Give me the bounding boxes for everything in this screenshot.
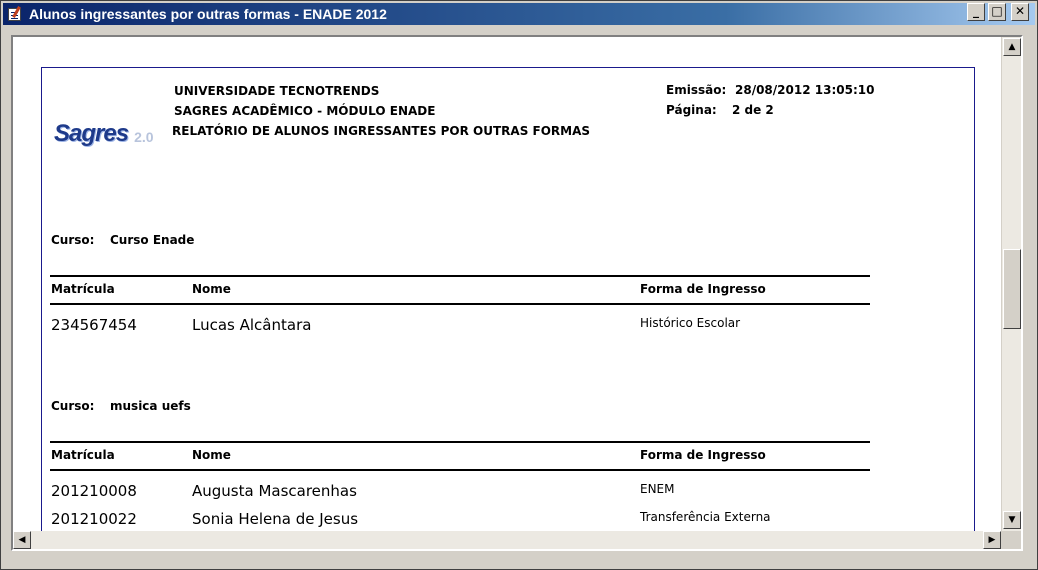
column-header-forma: Forma de Ingresso [640,448,766,462]
course-label: Curso: [51,233,95,247]
cell-forma: Transferência Externa [640,510,771,524]
course-name: Curso Enade [110,233,195,247]
page-value: 2 de 2 [732,103,774,117]
report-window: Alunos ingressantes por outras formas - … [0,0,1038,570]
column-header-forma: Forma de Ingresso [640,282,766,296]
cell-nome: Sonia Helena de Jesus [192,510,359,528]
report-title: RELATÓRIO DE ALUNOS INGRESSANTES POR OUT… [172,124,591,138]
minimize-button[interactable]: _ [967,3,985,21]
scroll-up-button[interactable]: ▲ [1003,38,1021,56]
logo-text: Sagres [54,120,129,147]
logo-version: 2.0 [134,129,154,145]
table-rule [50,469,870,471]
horizontal-scrollbar[interactable]: ◀ ▶ [13,531,1001,549]
cell-matricula: 201210022 [51,510,137,528]
course-name: musica uefs [110,399,191,413]
scroll-left-button[interactable]: ◀ [13,531,31,549]
report-viewport[interactable]: Sagres 2.0 UNIVERSIDADE TECNOTRENDS SAGR… [11,35,1023,551]
system-name: SAGRES ACADÊMICO - MÓDULO ENADE [174,104,436,118]
notepad-icon [7,6,23,22]
cell-forma: Histórico Escolar [640,316,741,330]
column-header-matricula: Matrícula [51,282,115,296]
table-rule [50,441,870,443]
scroll-right-button[interactable]: ▶ [983,531,1001,549]
column-header-matricula: Matrícula [51,448,115,462]
cell-forma: ENEM [640,482,675,496]
scroll-down-button[interactable]: ▼ [1003,511,1021,529]
table-rule [50,275,870,277]
cell-matricula: 234567454 [51,316,137,334]
scrollbar-corner [1001,531,1021,549]
cell-nome: Lucas Alcântara [192,316,312,334]
emission-value: 28/08/2012 13:05:10 [735,83,875,97]
institution-name: UNIVERSIDADE TECNOTRENDS [174,84,380,98]
sagres-logo: Sagres 2.0 [54,120,154,148]
report-page: Sagres 2.0 UNIVERSIDADE TECNOTRENDS SAGR… [41,67,975,549]
column-header-nome: Nome [192,282,231,296]
cell-matricula: 201210008 [51,482,137,500]
vertical-scrollbar[interactable]: ▲ ▼ [1001,37,1021,531]
window-title: Alunos ingressantes por outras formas - … [29,6,387,22]
title-bar[interactable]: Alunos ingressantes por outras formas - … [3,3,1035,25]
course-label: Curso: [51,399,95,413]
maximize-button[interactable]: □ [988,3,1006,21]
column-header-nome: Nome [192,448,231,462]
page-label: Página: [666,103,717,117]
cell-nome: Augusta Mascarenhas [192,482,357,500]
table-rule [50,303,870,305]
close-button[interactable]: ✕ [1011,3,1029,21]
vertical-scroll-thumb[interactable] [1003,249,1021,329]
emission-label: Emissão: [666,83,727,97]
